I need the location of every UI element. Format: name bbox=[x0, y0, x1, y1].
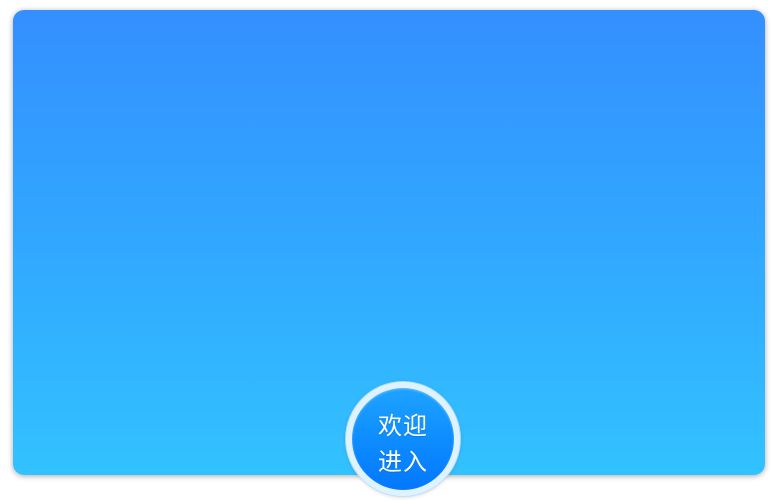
enter-button-label: 欢迎 进入 bbox=[352, 408, 454, 480]
welcome-window: 欢迎 进入 bbox=[13, 10, 765, 496]
app-stage: 欢迎 进入 bbox=[0, 0, 780, 500]
welcome-enter-button[interactable]: 欢迎 进入 bbox=[346, 382, 460, 496]
enter-label-line-1: 欢迎 bbox=[378, 412, 428, 440]
enter-button-face[interactable]: 欢迎 进入 bbox=[352, 388, 454, 490]
enter-label-line-2: 进入 bbox=[378, 448, 428, 476]
